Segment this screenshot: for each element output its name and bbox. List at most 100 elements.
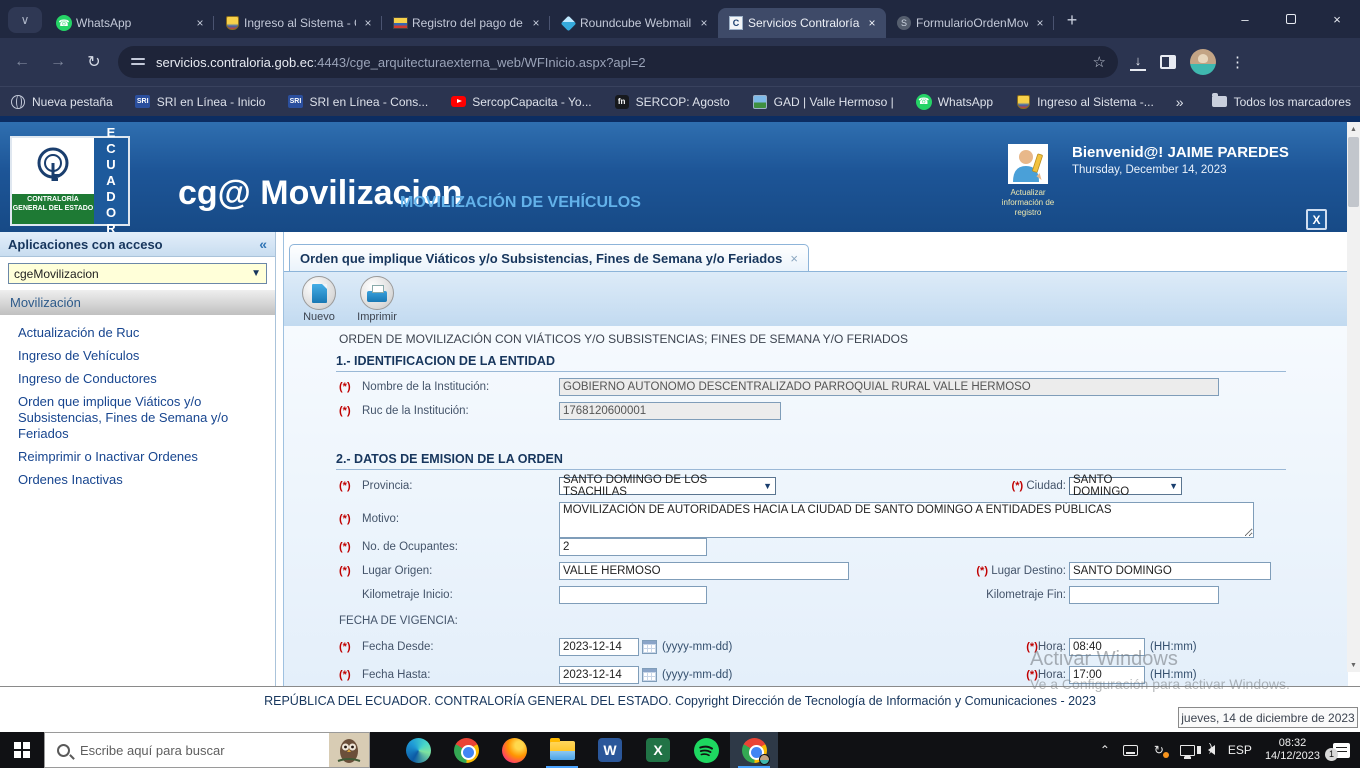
application-select[interactable]: cgeMovilizacion ▼	[8, 263, 267, 284]
kilometraje-inicio-input[interactable]	[559, 586, 707, 604]
tab-close-icon[interactable]: ×	[360, 15, 376, 31]
field-row-nombre: (*) Nombre de la Institución:	[339, 378, 1286, 396]
sidebar-group-movilizacion[interactable]: Movilización	[0, 290, 275, 315]
tab-close-icon[interactable]: ×	[192, 15, 208, 31]
tab-ingreso-sistema[interactable]: Ingreso al Sistema - C ×	[214, 8, 382, 38]
avatar-caption[interactable]: Actualizar información de registro	[996, 188, 1060, 218]
reload-icon[interactable]: ↻	[80, 48, 108, 76]
back-icon[interactable]: ←	[8, 48, 36, 76]
sidebar-item-actualizacion-ruc[interactable]: Actualización de Ruc	[18, 325, 269, 341]
document-tab-close-icon[interactable]: ×	[790, 251, 798, 266]
sidebar-item-ingreso-vehiculos[interactable]: Ingreso de Vehículos	[18, 348, 269, 364]
lugar-destino-input[interactable]	[1069, 562, 1271, 580]
print-button[interactable]: Imprimir	[352, 276, 402, 323]
downloads-icon[interactable]: ↓	[1130, 54, 1146, 71]
fn-icon: fn	[614, 94, 629, 109]
kilometraje-fin-input[interactable]	[1069, 586, 1219, 604]
tab-close-icon[interactable]: ×	[864, 15, 880, 31]
new-button[interactable]: Nuevo	[294, 276, 344, 323]
tab-roundcube[interactable]: Roundcube Webmail ×	[550, 8, 718, 38]
provincia-select[interactable]: SANTO DOMINGO DE LOS TSACHILAS ▼	[559, 474, 776, 498]
taskbar-explorer[interactable]	[538, 732, 586, 768]
calendar-icon[interactable]	[642, 640, 657, 654]
tab-close-icon[interactable]: ×	[1032, 15, 1048, 31]
ecuador-flag-favicon	[392, 17, 408, 29]
fecha-hasta-input[interactable]	[559, 666, 639, 684]
volume-icon[interactable]	[1196, 742, 1215, 755]
scroll-down-icon[interactable]: ▼	[1347, 658, 1360, 672]
language-indicator[interactable]: ESP	[1228, 743, 1252, 757]
tab-formulario-orden[interactable]: S FormularioOrdenMov ×	[886, 8, 1054, 38]
taskbar-clock[interactable]: 08:32 14/12/2023	[1265, 737, 1320, 763]
sidebar-item-ingreso-conductores[interactable]: Ingreso de Conductores	[18, 371, 269, 387]
sync-status-icon[interactable]: ↻	[1151, 743, 1169, 758]
scroll-up-icon[interactable]: ▲	[1347, 122, 1360, 136]
page-scrollbar[interactable]: ▲ ▼	[1347, 122, 1360, 672]
taskbar-firefox[interactable]	[490, 732, 538, 768]
calendar-icon[interactable]	[642, 668, 657, 682]
touch-keyboard-icon[interactable]	[1122, 744, 1138, 756]
sidebar-item-ordenes-inactivas[interactable]: Ordenes Inactivas	[18, 472, 269, 488]
document-tab-title: Orden que implique Viáticos y/o Subsiste…	[300, 250, 783, 266]
tab-close-icon[interactable]: ×	[528, 15, 544, 31]
address-bar[interactable]: servicios.contraloria.gob.ec:4443/cge_ar…	[118, 46, 1118, 78]
tab-search-button[interactable]: ∨	[8, 7, 42, 33]
profile-avatar[interactable]	[1190, 49, 1216, 75]
bookmark-nueva-pestana[interactable]: Nueva pestaña	[10, 94, 113, 110]
tab-servicios-contraloria-active[interactable]: C Servicios Contraloría ×	[718, 8, 886, 38]
site-settings-icon[interactable]	[130, 54, 146, 70]
sidebar-item-orden-viaticos[interactable]: Orden que implique Viáticos y/o Subsiste…	[18, 394, 269, 442]
bookmarks-overflow-icon[interactable]: »	[1176, 94, 1184, 110]
owl-widget[interactable]	[329, 733, 369, 767]
tab-close-icon[interactable]: ×	[696, 15, 712, 31]
forward-icon[interactable]: →	[44, 48, 72, 76]
bookmark-star-icon[interactable]: ☆	[1093, 53, 1106, 71]
all-bookmarks-button[interactable]: Todos los marcadores	[1212, 93, 1351, 110]
ruc-institucion-input[interactable]	[559, 402, 781, 420]
taskbar-edge[interactable]	[394, 732, 442, 768]
required-mark: (*)	[339, 669, 351, 681]
sidebar-collapse-icon[interactable]: «	[259, 236, 267, 252]
taskbar-spotify[interactable]	[682, 732, 730, 768]
bookmark-sercopcapacita[interactable]: SercopCapacita - Yo...	[450, 94, 592, 110]
start-button[interactable]	[0, 732, 44, 768]
system-tray: ⌃ ↻ ESP 08:32 14/12/2023 1	[1100, 732, 1360, 768]
bookmark-sri-consultas[interactable]: SRI SRI en Línea - Cons...	[287, 94, 428, 110]
bookmark-sercop-agosto[interactable]: fn SERCOP: Agosto	[614, 94, 730, 110]
ciudad-select[interactable]: SANTO DOMINGO ▼	[1069, 474, 1182, 498]
taskbar-word[interactable]: W	[586, 732, 634, 768]
document-tab-orden[interactable]: Orden que implique Viáticos y/o Subsiste…	[289, 244, 809, 271]
taskbar-excel[interactable]: X	[634, 732, 682, 768]
nombre-institucion-input[interactable]	[559, 378, 1219, 396]
scrollbar-thumb[interactable]	[1348, 137, 1359, 207]
bookmark-ingreso-sistema[interactable]: Ingreso al Sistema -...	[1015, 94, 1154, 110]
maximize-icon	[1286, 14, 1296, 24]
window-minimize-button[interactable]: –	[1222, 0, 1268, 38]
taskbar-chrome-active[interactable]	[730, 732, 778, 768]
new-tab-button[interactable]: +	[1058, 6, 1086, 34]
notification-center-icon[interactable]: 1	[1325, 742, 1350, 761]
bookmark-sri-inicio[interactable]: SRI SRI en Línea - Inicio	[135, 94, 265, 110]
bookmark-whatsapp[interactable]: ☎ WhatsApp	[915, 93, 993, 110]
ocupantes-input[interactable]	[559, 538, 707, 556]
taskbar-chrome[interactable]	[442, 732, 490, 768]
tray-expand-icon[interactable]: ⌃	[1100, 743, 1110, 757]
motivo-textarea[interactable]: MOVILIZACIÓN DE AUTORIDADES HACIA LA CIU…	[559, 502, 1254, 538]
fecha-desde-input[interactable]	[559, 638, 639, 656]
bookmark-gad-valle-hermoso[interactable]: GAD | Valle Hermoso |	[752, 94, 894, 110]
sidebar-item-reimprimir[interactable]: Reimprimir o Inactivar Ordenes	[18, 449, 269, 465]
web-page: CONTRALORÍA GENERAL DEL ESTADO ECUADOR c…	[0, 116, 1360, 732]
side-panel-icon[interactable]	[1160, 55, 1176, 69]
tab-registro-pago[interactable]: Registro del pago de ×	[382, 8, 550, 38]
lugar-origen-input[interactable]	[559, 562, 849, 580]
window-close-button[interactable]: ×	[1314, 0, 1360, 38]
windows-taskbar: Escribe aquí para buscar W X ⌃ ↻) ESP 0…	[0, 732, 1360, 768]
taskbar-search[interactable]: Escribe aquí para buscar	[44, 732, 370, 768]
update-info-avatar[interactable]	[1008, 144, 1048, 184]
network-icon[interactable]	[1179, 744, 1195, 759]
browser-menu-icon[interactable]: ⋮	[1230, 53, 1245, 71]
session-close-button[interactable]: X	[1306, 209, 1327, 230]
window-maximize-button[interactable]	[1268, 0, 1314, 38]
page-body: Aplicaciones con acceso « cgeMovilizacio…	[0, 232, 1348, 686]
tab-whatsapp[interactable]: ☎ WhatsApp ×	[46, 8, 214, 38]
